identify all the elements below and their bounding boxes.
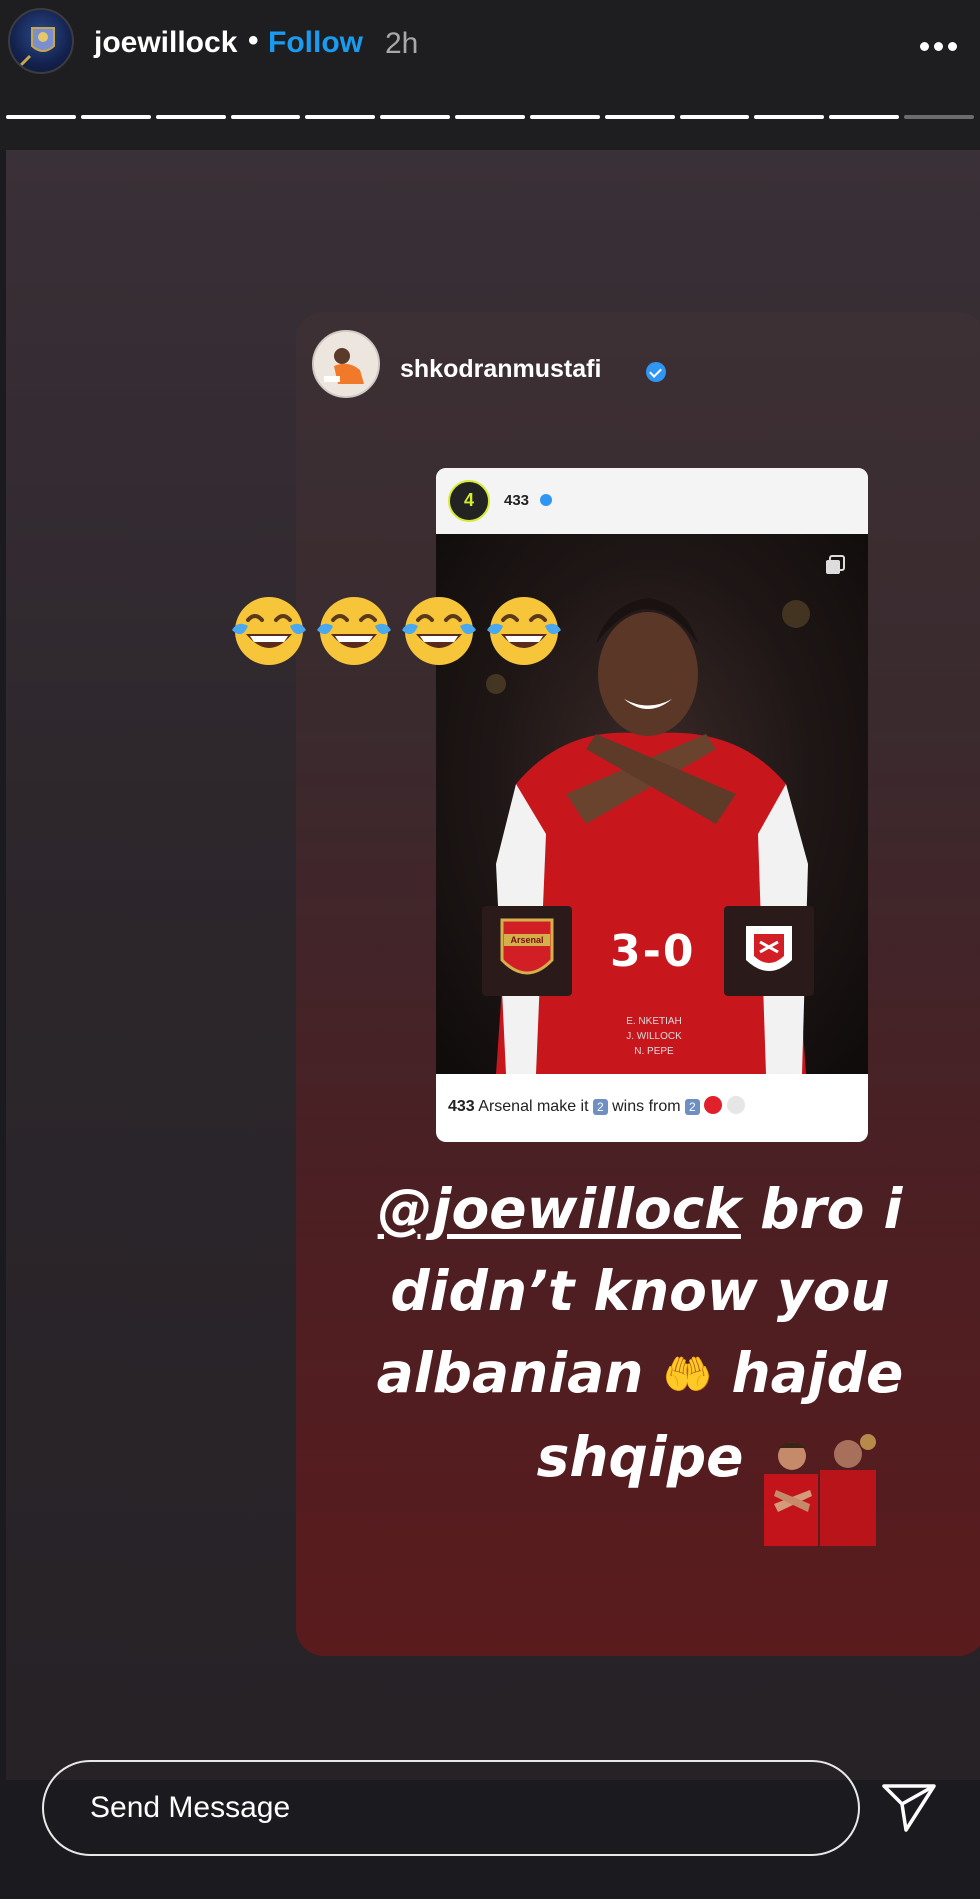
follow-button[interactable]: Follow (268, 26, 363, 60)
progress-segment (455, 115, 525, 119)
match-score: 3-0 (610, 926, 696, 977)
more-options-icon[interactable] (920, 38, 968, 51)
tears-of-joy-icon (313, 590, 395, 672)
shared-post-caption: 433 Arsenal make it 2 wins from 2 (448, 1096, 745, 1116)
story-progress-bar (6, 115, 974, 120)
reposter-avatar[interactable] (312, 330, 380, 398)
multiple-images-icon (826, 555, 845, 574)
red-circle-icon (704, 1096, 723, 1114)
palms-up-icon: 🤲 (662, 1352, 713, 1398)
progress-segment (155, 115, 226, 119)
send-message-input[interactable] (42, 1760, 860, 1856)
profile-avatar[interactable] (8, 8, 74, 74)
avatar-crest-icon (16, 27, 55, 70)
progress-segment (80, 115, 151, 119)
progress-segment (829, 115, 900, 119)
arsenal-crest-icon: Arsenal (482, 906, 572, 996)
tears-of-joy-icon (228, 590, 310, 672)
send-direct-icon[interactable] (880, 1780, 938, 1836)
goal-scorers: E. NKETIAH J. WILLOCK N. PEPE (626, 1016, 682, 1057)
post-verified-icon (540, 494, 552, 506)
separator-dot: • (248, 24, 259, 57)
post-time: 2h (385, 27, 419, 60)
tears-of-joy-icon (398, 590, 480, 672)
progress-segment (679, 115, 750, 119)
laughing-emoji-sticker (228, 590, 568, 680)
progress-segment (604, 115, 675, 119)
shared-post-header: 4 433 (436, 468, 868, 534)
white-circle-icon (726, 1096, 745, 1114)
progress-segment (305, 115, 376, 119)
mention-link[interactable]: @joewillock (378, 1177, 741, 1241)
people-sticker-icon (764, 1434, 876, 1546)
dundalk-crest-icon (724, 906, 814, 996)
story-header: joewillock • Follow 2h (0, 0, 980, 150)
story-username[interactable]: joewillock (94, 26, 237, 60)
progress-segment (230, 115, 301, 119)
progress-segment (380, 115, 451, 119)
verified-badge-icon (646, 362, 666, 382)
progress-segment (6, 115, 76, 119)
tears-of-joy-icon (483, 590, 565, 672)
shared-post[interactable]: 4 433 Arsenal 3-0 E. NKETIAH J. WILLOCK … (436, 468, 868, 1142)
reposter-username[interactable]: shkodranmustafi (400, 355, 601, 384)
post-account-avatar: 4 (448, 480, 490, 522)
progress-segment (529, 115, 600, 119)
progress-segment (904, 115, 974, 119)
post-account-name: 433 (504, 492, 530, 509)
svg-text:Arsenal: Arsenal (510, 935, 543, 945)
progress-segment (754, 115, 825, 119)
